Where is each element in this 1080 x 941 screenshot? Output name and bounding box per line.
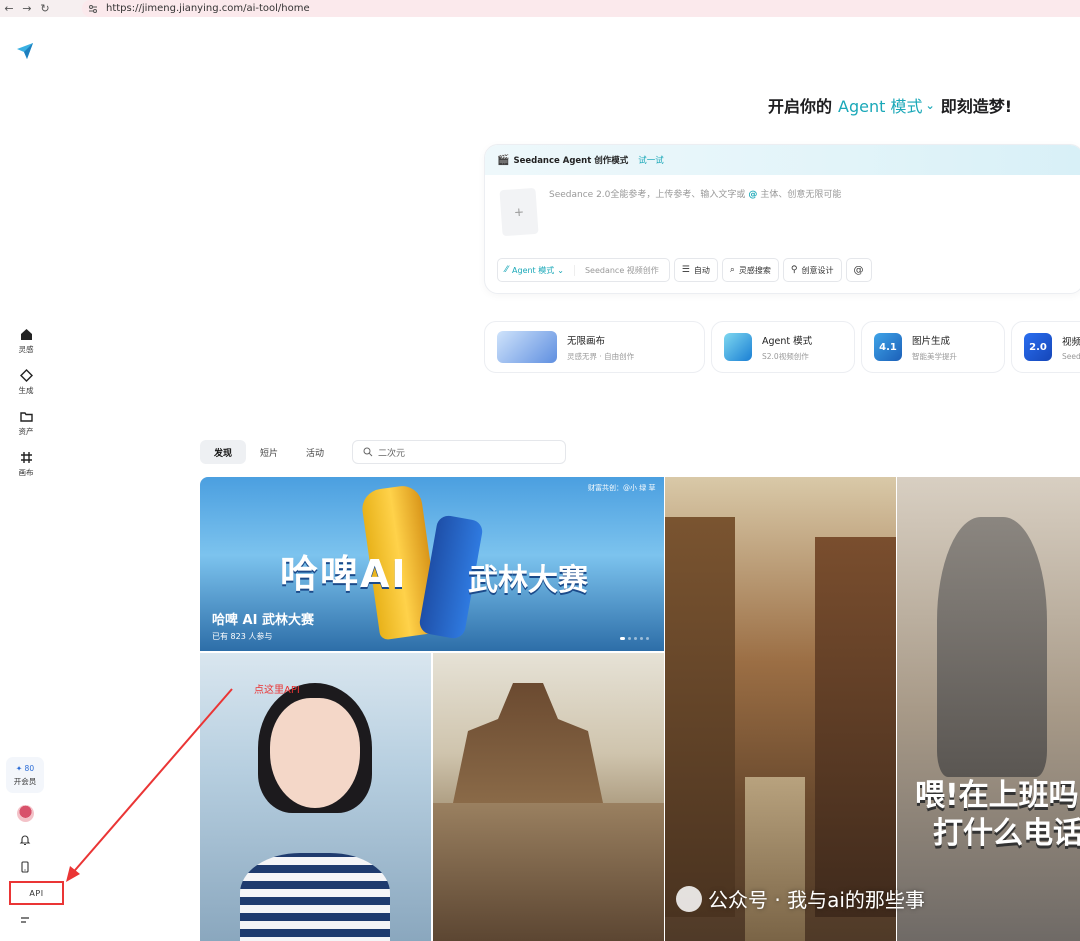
wechat-icon: [676, 885, 702, 912]
watermark: 公众号 · 我与ai的那些事: [676, 884, 925, 913]
annotation-arrow: [66, 688, 233, 882]
watermark-text: 公众号 · 我与ai的那些事: [708, 888, 925, 912]
